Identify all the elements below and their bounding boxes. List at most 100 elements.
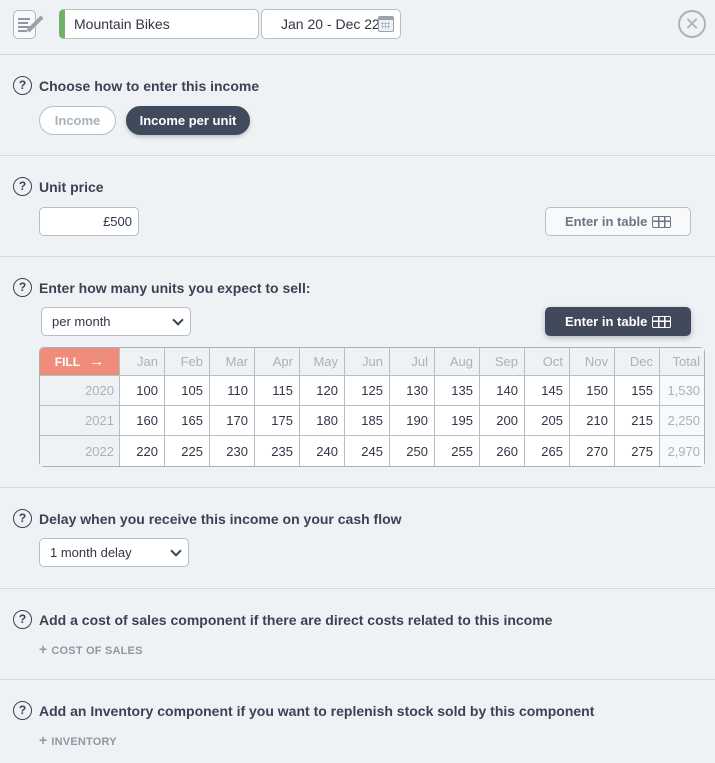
unit-cell[interactable]: 145 <box>525 376 570 406</box>
units-frequency-select[interactable]: per month <box>41 307 191 336</box>
unit-cell[interactable]: 135 <box>435 376 480 406</box>
inventory-section: ? Add an Inventory component if you want… <box>0 680 715 763</box>
unit-cell[interactable]: 230 <box>210 436 255 466</box>
unit-cell[interactable]: 115 <box>255 376 300 406</box>
unit-cell[interactable]: 235 <box>255 436 300 466</box>
table-row: 2022 220 225 230 235 240 245 250 255 260… <box>40 436 704 466</box>
help-icon[interactable]: ? <box>13 701 32 720</box>
table-header-row: FILL → Jan Feb Mar Apr May Jun Jul Aug S… <box>40 348 704 376</box>
unit-cell[interactable]: 260 <box>480 436 525 466</box>
calendar-icon <box>378 16 394 32</box>
income-option-button[interactable]: Income <box>39 106 116 135</box>
column-header: Feb <box>165 348 210 376</box>
unit-cell[interactable]: 195 <box>435 406 480 436</box>
column-header: Jun <box>345 348 390 376</box>
chevron-down-icon <box>172 314 184 326</box>
unit-cell[interactable]: 210 <box>570 406 615 436</box>
delay-title: Delay when you receive this income on yo… <box>39 511 402 527</box>
unit-cell[interactable]: 255 <box>435 436 480 466</box>
column-header: Apr <box>255 348 300 376</box>
header: Mountain Bikes Jan 20 - Dec 22 ✕ <box>0 0 715 55</box>
column-header: Sep <box>480 348 525 376</box>
unit-cell[interactable]: 130 <box>390 376 435 406</box>
unit-cell[interactable]: 150 <box>570 376 615 406</box>
date-range-text: Jan 20 - Dec 22 <box>281 16 380 32</box>
column-header: Mar <box>210 348 255 376</box>
inventory-title: Add an Inventory component if you want t… <box>39 703 595 719</box>
unit-cell[interactable]: 200 <box>480 406 525 436</box>
unit-cell[interactable]: 245 <box>345 436 390 466</box>
unit-cell[interactable]: 250 <box>390 436 435 466</box>
close-icon: ✕ <box>684 14 700 34</box>
unit-cell[interactable]: 125 <box>345 376 390 406</box>
unit-cell[interactable]: 240 <box>300 436 345 466</box>
row-year: 2021 <box>40 406 120 436</box>
help-icon[interactable]: ? <box>13 76 32 95</box>
unit-cell[interactable]: 140 <box>480 376 525 406</box>
income-name-input[interactable]: Mountain Bikes <box>59 9 259 39</box>
plus-icon: + <box>39 732 48 748</box>
cost-of-sales-title: Add a cost of sales component if there a… <box>39 612 553 628</box>
unit-cell[interactable]: 180 <box>300 406 345 436</box>
column-header: Dec <box>615 348 660 376</box>
entry-mode-title: Choose how to enter this income <box>39 78 260 94</box>
column-header: Oct <box>525 348 570 376</box>
add-inventory-link[interactable]: + INVENTORY <box>39 732 117 748</box>
entry-mode-section: ? Choose how to enter this income Income… <box>0 55 715 156</box>
add-inventory-label: INVENTORY <box>51 736 117 748</box>
column-header: Jan <box>120 348 165 376</box>
delay-value: 1 month delay <box>50 545 132 560</box>
unit-price-input[interactable]: £500 <box>39 207 139 236</box>
help-icon[interactable]: ? <box>13 177 32 196</box>
unit-cell[interactable]: 120 <box>300 376 345 406</box>
arrow-right-icon: → <box>89 353 105 370</box>
add-cost-of-sales-link[interactable]: + COST OF SALES <box>39 641 143 657</box>
unit-cell[interactable]: 270 <box>570 436 615 466</box>
units-enter-in-table-button[interactable]: Enter in table <box>545 307 691 336</box>
unit-cell[interactable]: 175 <box>255 406 300 436</box>
column-header: Aug <box>435 348 480 376</box>
unit-cell[interactable]: 265 <box>525 436 570 466</box>
unit-price-title: Unit price <box>39 179 104 195</box>
unit-cell[interactable]: 165 <box>165 406 210 436</box>
help-icon[interactable]: ? <box>13 509 32 528</box>
notes-line <box>18 18 30 20</box>
plus-icon: + <box>39 641 48 657</box>
unit-cell[interactable]: 205 <box>525 406 570 436</box>
enter-in-table-label: Enter in table <box>565 314 648 329</box>
fill-button[interactable]: FILL → <box>40 348 120 376</box>
row-year: 2022 <box>40 436 120 466</box>
unit-cell[interactable]: 100 <box>120 376 165 406</box>
notes-line <box>18 30 27 32</box>
unit-cell[interactable]: 105 <box>165 376 210 406</box>
column-header: Nov <box>570 348 615 376</box>
row-total: 2,250 <box>660 406 704 436</box>
units-table: FILL → Jan Feb Mar Apr May Jun Jul Aug S… <box>39 347 705 467</box>
income-per-unit-option-button[interactable]: Income per unit <box>126 106 250 135</box>
row-total: 2,970 <box>660 436 704 466</box>
unit-price-section: ? Unit price £500 Enter in table <box>0 156 715 257</box>
table-grid-icon <box>652 316 671 328</box>
row-year: 2020 <box>40 376 120 406</box>
date-range-picker[interactable]: Jan 20 - Dec 22 <box>261 9 401 39</box>
table-row: 2021 160 165 170 175 180 185 190 195 200… <box>40 406 704 436</box>
help-icon[interactable]: ? <box>13 278 32 297</box>
help-icon[interactable]: ? <box>13 610 32 629</box>
column-header: May <box>300 348 345 376</box>
unit-cell[interactable]: 220 <box>120 436 165 466</box>
delay-select[interactable]: 1 month delay <box>39 538 189 567</box>
unit-cell[interactable]: 160 <box>120 406 165 436</box>
add-cost-of-sales-label: COST OF SALES <box>51 645 143 657</box>
unit-cell[interactable]: 215 <box>615 406 660 436</box>
unit-cell[interactable]: 190 <box>390 406 435 436</box>
close-button[interactable]: ✕ <box>678 10 706 38</box>
fill-label: FILL <box>54 355 80 369</box>
unit-cell[interactable]: 170 <box>210 406 255 436</box>
unit-cell[interactable]: 110 <box>210 376 255 406</box>
unit-cell[interactable]: 155 <box>615 376 660 406</box>
unit-cell[interactable]: 225 <box>165 436 210 466</box>
unit-cell[interactable]: 275 <box>615 436 660 466</box>
unit-price-enter-in-table-button[interactable]: Enter in table <box>545 207 691 236</box>
delay-section: ? Delay when you receive this income on … <box>0 488 715 589</box>
unit-cell[interactable]: 185 <box>345 406 390 436</box>
